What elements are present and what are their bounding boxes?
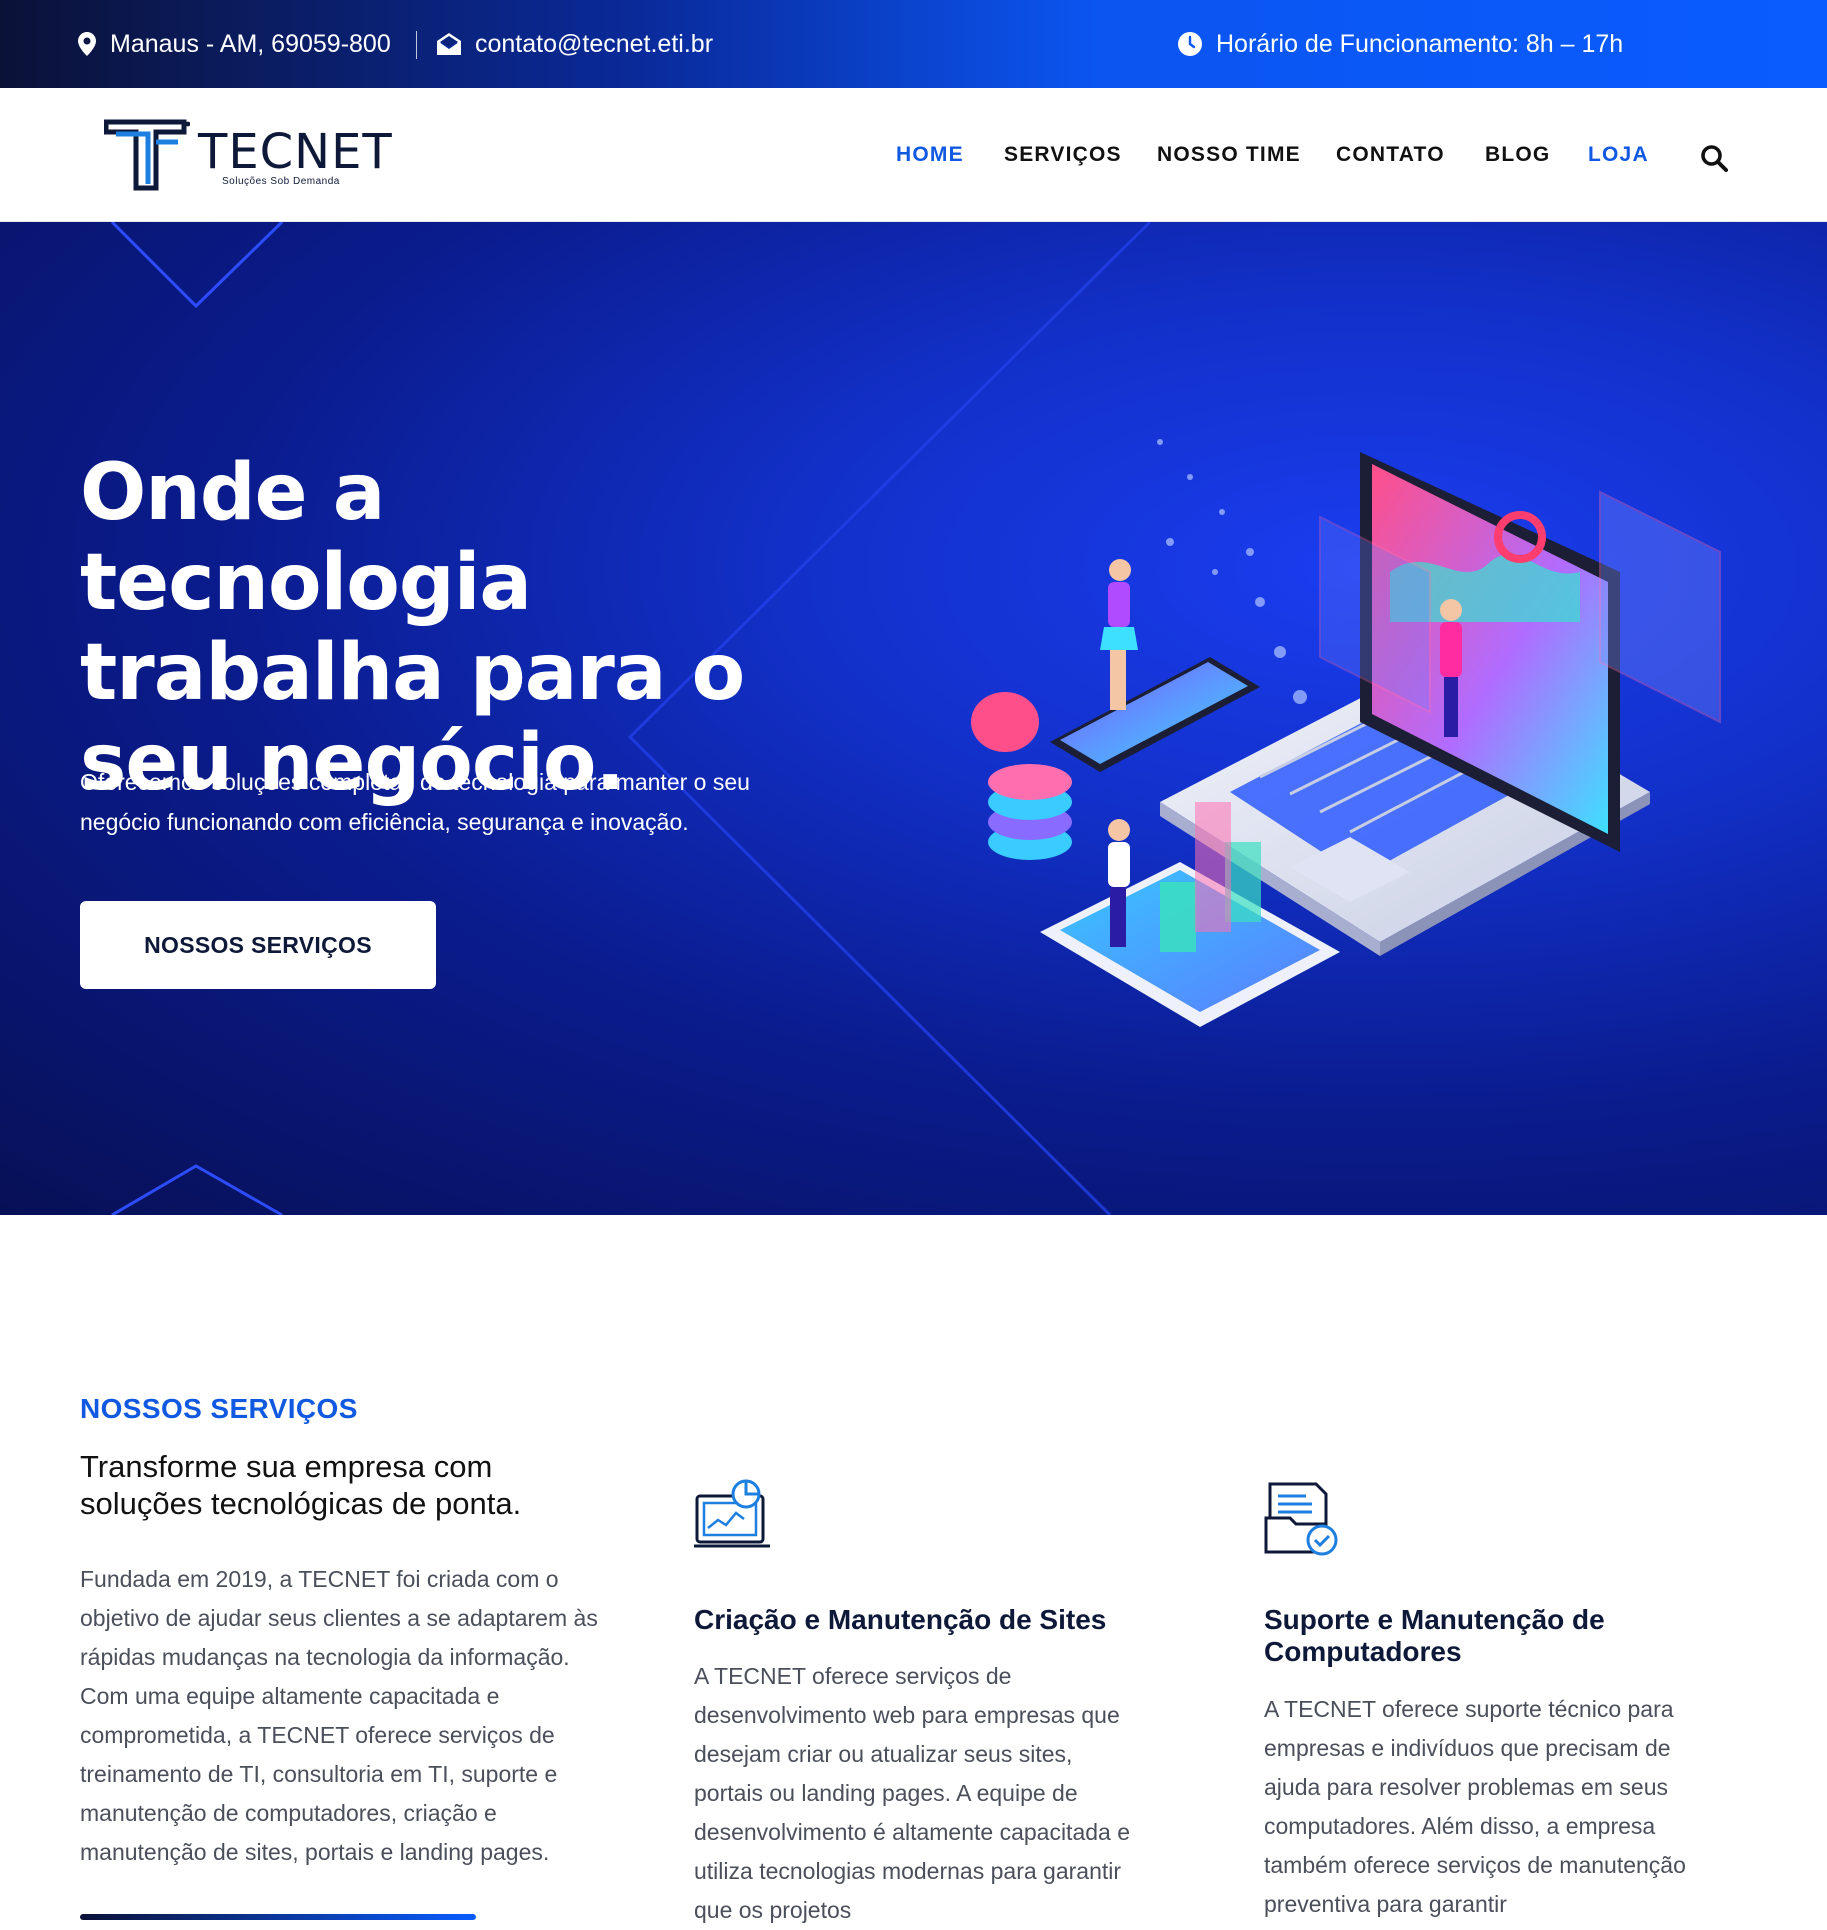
services-title: Transforme sua empresa com soluções tecn… xyxy=(80,1449,522,1521)
site-logo[interactable]: TECNET Soluções Sob Demanda xyxy=(104,118,392,198)
top-info-bar: Manaus - AM, 69059-800 contato@tecnet.et… xyxy=(0,0,1827,88)
hero-headline: Onde a tecnologia trabalha para o seu ne… xyxy=(80,448,745,808)
hours-info: Horário de Funcionamento: 8h – 17h xyxy=(1178,0,1623,88)
service-card-sites: Criação e Manutenção de Sites A TECNET o… xyxy=(694,1478,1144,1923)
services-kicker: NOSSOS SERVIÇOS xyxy=(80,1393,358,1424)
map-pin-icon xyxy=(78,32,96,56)
hero-subtitle: Oferecemos soluções completas de tecnolo… xyxy=(80,769,750,835)
nav-loja[interactable]: LOJA xyxy=(1588,143,1649,167)
service-card-title: Criação e Manutenção de Sites xyxy=(694,1604,1107,1635)
nav-contato[interactable]: CONTATO xyxy=(1336,143,1445,167)
search-icon[interactable] xyxy=(1700,144,1728,177)
clock-icon xyxy=(1178,32,1202,56)
hours-text: Horário de Funcionamento: 8h – 17h xyxy=(1216,29,1624,58)
services-description: Fundada em 2019, a TECNET foi criada com… xyxy=(80,1566,598,1865)
email-info[interactable]: contato@tecnet.eti.br xyxy=(437,0,713,88)
nav-nosso-time[interactable]: NOSSO TIME xyxy=(1157,143,1301,167)
service-card-body: A TECNET oferece serviços de desenvolvim… xyxy=(694,1663,1131,1923)
location-text: Manaus - AM, 69059-800 xyxy=(110,29,391,58)
envelope-open-icon xyxy=(437,33,461,55)
nossos-servicos-button[interactable]: NOSSOS SERVIÇOS xyxy=(80,901,436,989)
section-button-edge xyxy=(80,1914,476,1920)
nav-servicos[interactable]: SERVIÇOS xyxy=(1004,143,1122,167)
service-card-support: Suporte e Manutenção de Computadores A T… xyxy=(1264,1478,1714,1917)
service-card-body: A TECNET oferece suporte técnico para em… xyxy=(1264,1696,1686,1917)
location-info: Manaus - AM, 69059-800 xyxy=(78,0,391,88)
document-check-icon xyxy=(1264,1478,1344,1558)
tech-illustration xyxy=(971,439,1721,1027)
nav-home[interactable]: HOME xyxy=(896,143,964,167)
logo-tagline: Soluções Sob Demanda xyxy=(222,176,340,187)
web-dashboard-icon xyxy=(694,1478,774,1558)
nav-blog[interactable]: BLOG xyxy=(1485,143,1550,167)
email-link[interactable]: contato@tecnet.eti.br xyxy=(475,30,713,59)
logo-mark-icon xyxy=(104,119,190,191)
service-card-title: Suporte e Manutenção de Computadores xyxy=(1264,1604,1605,1667)
topbar-divider xyxy=(416,31,417,59)
site-header: TECNET Soluções Sob Demanda HOME SERVIÇO… xyxy=(0,88,1827,222)
hero-banner: Onde a tecnologia trabalha para o seu ne… xyxy=(0,222,1827,1215)
logo-brand-text: TECNET xyxy=(198,124,393,180)
